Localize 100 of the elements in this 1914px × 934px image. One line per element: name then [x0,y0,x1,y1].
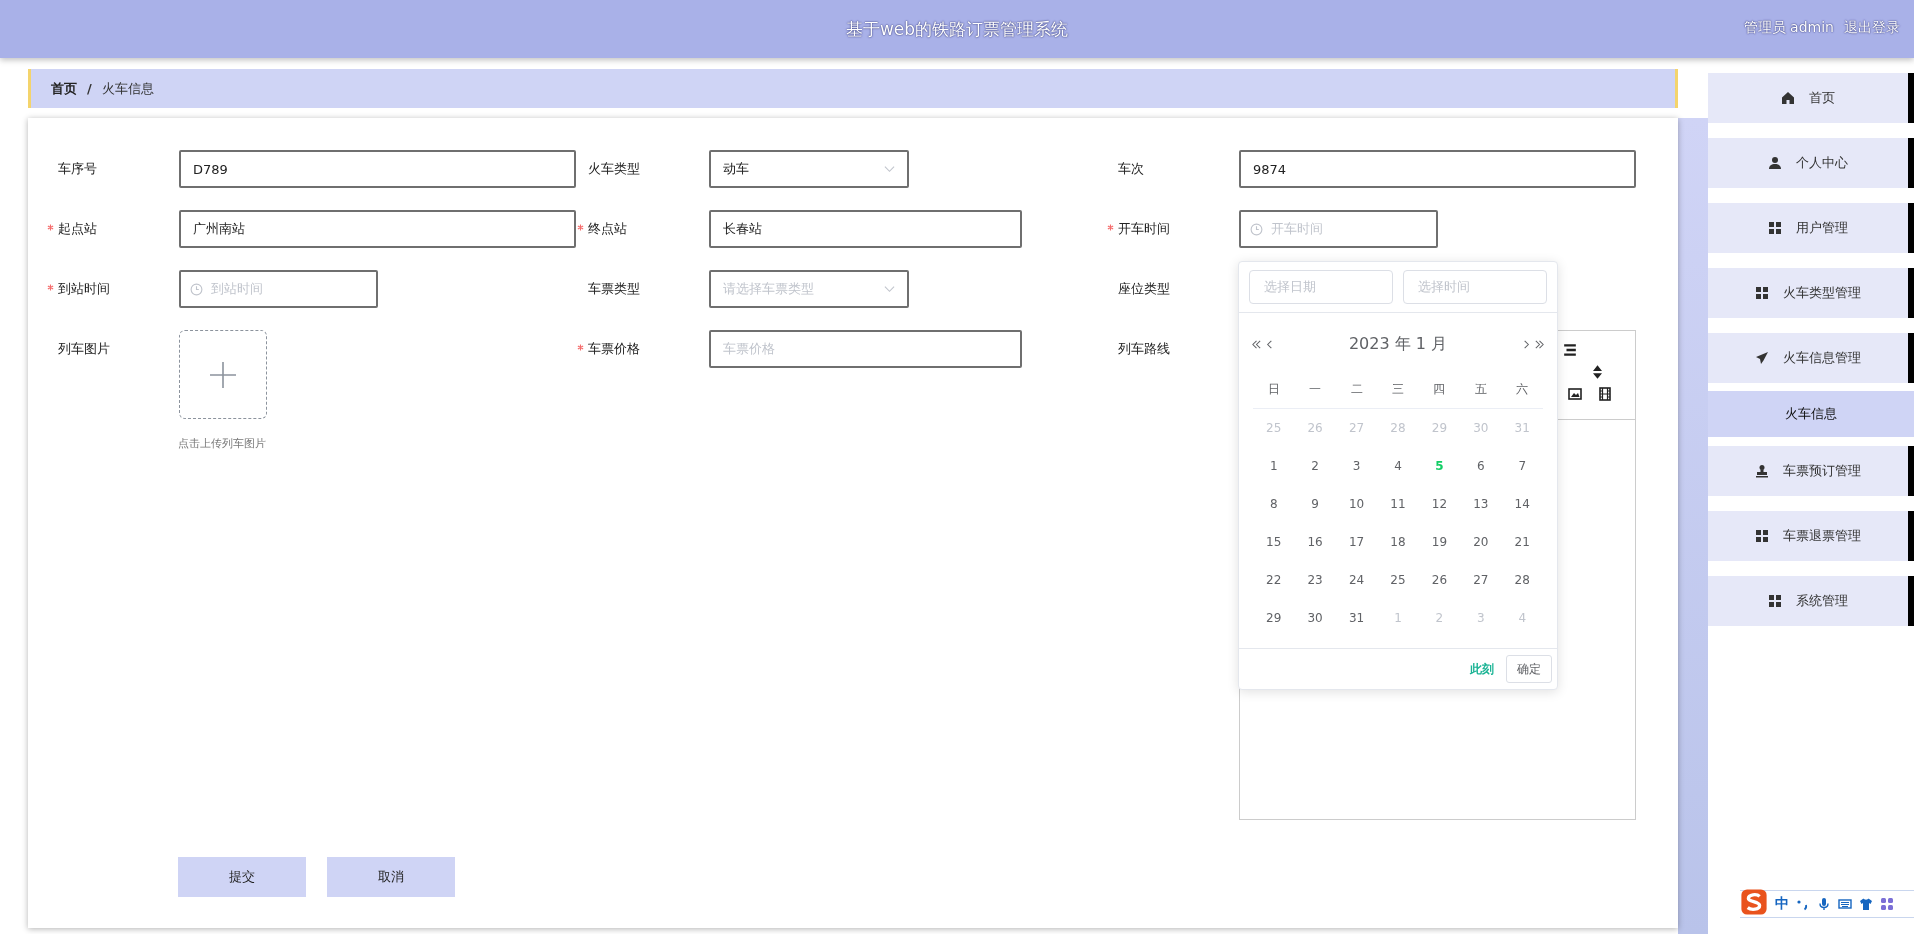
field-label: 座位类型 [1118,280,1170,298]
menu-item[interactable]: 车票预订管理 [1708,446,1914,496]
calendar-day[interactable]: 10 [1335,497,1378,511]
calendar-day[interactable]: 20 [1460,535,1502,549]
weekday-label: 四 [1432,381,1447,398]
calendar-day[interactable]: 2 [1294,459,1336,473]
required-mark-icon [47,284,54,291]
calendar-day[interactable]: 8 [1253,497,1295,511]
submit-button[interactable]: 提交 [178,857,306,897]
breadcrumb-link[interactable]: 首页 [51,79,77,98]
calendar-day[interactable]: 13 [1460,497,1502,511]
required-mark-icon [1107,224,1114,231]
confirm-button[interactable]: 确定 [1506,655,1552,683]
film-icon[interactable] [1598,387,1612,401]
field-label: 车次 [1118,160,1144,178]
menu-item[interactable]: 车票退票管理 [1708,511,1914,561]
field-label: 列车图片 [58,340,110,358]
chevron-down-icon [884,285,895,293]
paper-plane-icon [1755,351,1769,365]
submenu-item[interactable]: 火车信息 [1708,391,1914,437]
ime-mode-indicator[interactable]: 中 [1775,895,1789,913]
calendar-day[interactable]: 1 [1253,459,1295,473]
chevron-right-icon[interactable] [1521,338,1532,350]
calendar-day[interactable]: 15 [1253,535,1295,549]
stamp-icon [1755,464,1769,478]
calendar-day[interactable]: 12 [1418,497,1461,511]
field-label: 车票价格 [588,340,640,358]
calendar-day[interactable]: 6 [1460,459,1502,473]
calendar-day[interactable]: 17 [1335,535,1378,549]
calendar-day[interactable]: 18 [1377,535,1419,549]
field-label: 列车路线 [1118,340,1170,358]
menu-item[interactable]: 系统管理 [1708,576,1914,626]
menu-item[interactable]: 个人中心 [1708,138,1914,188]
keyboard-icon[interactable] [1838,897,1852,911]
text-field[interactable]: 广州南站 [179,210,576,248]
grid-icon [1755,286,1769,300]
clock-icon [190,282,203,296]
required-mark-icon [577,344,584,351]
menu-item[interactable]: 用户管理 [1708,203,1914,253]
calendar-day[interactable]: 30 [1294,611,1336,625]
plus-icon [209,360,237,389]
calendar-day[interactable]: 27 [1460,573,1502,587]
calendar-day[interactable]: 3 [1335,459,1378,473]
text-field[interactable]: 长春站 [709,210,1022,248]
chevron-left-icon[interactable] [1264,338,1275,350]
weekday-label: 五 [1473,381,1488,398]
field-label: 到站时间 [58,280,110,298]
field-label: 起点站 [58,220,97,238]
double-chevron-left-icon[interactable] [1251,338,1262,350]
cancel-button[interactable]: 取消 [327,857,455,897]
list-icon[interactable] [1563,343,1577,357]
calendar-day[interactable]: 25 [1377,573,1419,587]
menu-item[interactable]: 首页 [1708,73,1914,123]
weekday-label: 六 [1515,381,1530,398]
image-icon[interactable] [1568,387,1582,401]
grid-icon[interactable] [1880,897,1894,911]
calendar-day[interactable]: 31 [1335,611,1378,625]
clock-icon [1250,222,1263,236]
app-title: 基于web的铁路订票管理系统 [845,17,1069,41]
calendar-day[interactable]: 16 [1294,535,1336,549]
weekday-label: 二 [1349,381,1364,398]
field-label: 车票类型 [588,280,640,298]
text-field[interactable]: D789 [179,150,576,188]
double-chevron-right-icon[interactable] [1534,338,1545,350]
calendar-day[interactable]: 22 [1253,573,1295,587]
chevron-down-icon [884,165,895,173]
calendar-day[interactable]: 21 [1501,535,1543,549]
shirt-icon[interactable] [1859,897,1873,911]
ime-logo-icon[interactable] [1740,888,1768,916]
field-label: 火车类型 [588,160,640,178]
home-icon [1781,91,1795,105]
menu-item[interactable]: 火车类型管理 [1708,268,1914,318]
user-icon [1768,156,1782,170]
calendar-day[interactable]: 28 [1501,573,1543,587]
weekday-label: 三 [1390,381,1405,398]
select-field[interactable]: 动车 [709,150,909,188]
calendar-day[interactable]: 4 [1377,459,1419,473]
required-mark-icon [577,224,584,231]
grid-icon [1768,594,1782,608]
calendar-day[interactable]: 7 [1501,459,1543,473]
breadcrumb-separator: / [87,81,92,96]
breadcrumb-link[interactable]: 火车信息 [101,79,154,98]
calendar-day[interactable]: 29 [1253,611,1295,625]
text-field[interactable]: 9874 [1239,150,1636,188]
calendar-day[interactable]: 26 [1418,573,1461,587]
sort-icon[interactable] [1593,365,1602,379]
weekday-label: 日 [1266,381,1281,398]
calendar-day[interactable]: 9 [1294,497,1336,511]
calendar-day[interactable]: 19 [1418,535,1461,549]
microphone-icon[interactable] [1817,897,1831,911]
required-mark-icon [47,224,54,231]
weekday-label: 一 [1308,381,1323,398]
menu-item[interactable]: 火车信息管理 [1708,333,1914,383]
field-label: 开车时间 [1118,220,1170,238]
user-name: 管理员 admin [1743,19,1834,37]
month-title: 2023 年 1 月 [1348,333,1448,355]
calendar-day[interactable]: 23 [1294,573,1336,587]
calendar-day[interactable]: 14 [1501,497,1543,511]
calendar-day[interactable]: 11 [1377,497,1419,511]
calendar-day[interactable]: 24 [1335,573,1378,587]
